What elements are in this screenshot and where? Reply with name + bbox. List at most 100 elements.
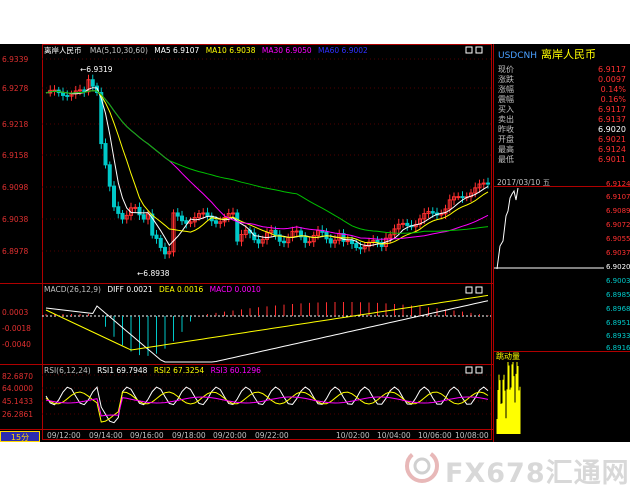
high-price-label: ←6.9319 <box>80 65 113 74</box>
candle-body <box>107 164 112 187</box>
candle-body <box>65 94 70 97</box>
time-label: 09/12:00 <box>47 431 81 440</box>
rsi-y-label: 82.6870 <box>2 372 34 381</box>
ma-indicator-name[interactable]: MA(5,10,30,60) <box>90 46 148 55</box>
time-label: 10/04:00 <box>377 431 411 440</box>
symbol-name: 离岸人民币 <box>541 48 597 61</box>
ma60-line <box>45 90 489 234</box>
candle-body <box>214 220 218 224</box>
quote-row-open: 开盘 6.9021 <box>498 135 626 144</box>
tick-volume-title: 跳动量 <box>496 352 520 361</box>
candle-body <box>358 246 363 250</box>
quote-row-high: 最高 6.9124 <box>498 145 626 154</box>
mini-y-label: 6.8951 <box>606 319 630 327</box>
top-blank-bar <box>0 0 630 44</box>
candle-body <box>481 182 486 185</box>
macd-dea-value: DEA 0.0016 <box>159 285 204 294</box>
panel-control-icon <box>475 46 483 54</box>
instrument-name: 离岸人民币 <box>44 46 82 55</box>
mini-y-label: 6.9072 <box>606 221 630 229</box>
y-label: 6.9098 <box>2 183 29 192</box>
candle-body <box>103 143 108 166</box>
watermark: FX678汇通网 <box>400 442 630 490</box>
y-label: 6.9278 <box>2 84 29 93</box>
mini-y-label: 6.8933 <box>606 332 630 340</box>
quote-row-current: 现价 6.9117 <box>498 65 626 74</box>
candle-body <box>350 240 354 245</box>
rsi-y-label: 26.2861 <box>2 410 34 419</box>
candle-body <box>205 212 210 217</box>
mini-y-label: 6.9055 <box>606 235 630 243</box>
mini-y-label: 6.8916 <box>606 344 630 352</box>
candle-body <box>61 92 65 96</box>
candle-body <box>303 236 308 243</box>
quote-row-low: 最低 6.9011 <box>498 155 626 164</box>
mini-y-label: 6.8985 <box>606 291 630 299</box>
chart-canvas[interactable] <box>0 44 493 442</box>
rsi-header: RSI(6,12,24) RSI1 69.7948 RSI2 67.3254 R… <box>44 366 261 375</box>
rsi-indicator-name[interactable]: RSI(6,12,24) <box>44 366 91 375</box>
panel-control-icon <box>465 286 473 294</box>
panel-control-icon <box>475 286 483 294</box>
candle-body <box>201 212 206 215</box>
time-label: 09/14:00 <box>89 431 123 440</box>
mini-price-line <box>496 187 519 270</box>
y-label: 6.9158 <box>2 151 29 160</box>
macd-diff-value: DIFF 0.0021 <box>107 285 153 294</box>
y-label: 6.8978 <box>2 247 29 256</box>
quote-row-ask: 卖出 6.9137 <box>498 115 626 124</box>
candle-body <box>133 206 138 209</box>
macd-indicator-name[interactable]: MACD(26,12,9) <box>44 285 101 294</box>
candle-body <box>235 212 240 242</box>
candle-body <box>486 182 490 185</box>
candle-body <box>90 79 95 87</box>
candle-body <box>120 212 125 220</box>
ma30-line <box>45 90 489 240</box>
time-label: 09/18:00 <box>172 431 206 440</box>
main-chart-header: 离岸人民币 MA(5,10,30,60) MA5 6.9107 MA10 6.9… <box>44 46 368 55</box>
kline-chart-area[interactable]: 离岸人民币 MA(5,10,30,60) MA5 6.9107 MA10 6.9… <box>0 44 493 442</box>
watermark-text: FX678汇通网 <box>445 458 630 489</box>
macd-y-label: -0.0018 <box>2 324 31 333</box>
ma5-value: MA5 6.9107 <box>154 46 200 55</box>
candle-body <box>456 196 461 199</box>
rsi2-value: RSI2 67.3254 <box>153 366 205 375</box>
ma10-value: MA10 6.9038 <box>205 46 256 55</box>
y-label: 6.9339 <box>2 55 29 64</box>
macd-dea-line <box>45 294 489 351</box>
period-15min-button[interactable]: 15分 <box>0 431 40 442</box>
macd-y-label: 0.0003 <box>2 308 29 317</box>
rsi3-value: RSI3 60.1296 <box>210 366 261 375</box>
symbol-code: USDCNH <box>498 51 538 61</box>
candle-body <box>231 212 235 215</box>
rsi-y-label: 45.1433 <box>2 397 34 406</box>
candle-body <box>328 238 333 244</box>
time-label: 09/16:00 <box>130 431 164 440</box>
quote-row-change: 涨跌 0.0097 <box>498 75 626 84</box>
candle-body <box>307 241 312 244</box>
rsi1-value: RSI1 69.7948 <box>97 366 148 375</box>
fx678-logo-icon <box>405 449 439 483</box>
candle-body <box>294 230 299 233</box>
candle-body <box>405 222 410 226</box>
mini-y-label: 6.9003 <box>606 277 630 285</box>
candle-body <box>175 212 180 217</box>
mini-y-label: 6.9020 <box>606 263 630 271</box>
quote-sidebar: USDCNH 离岸人民币 现价 6.9117 涨跌 0.0097 涨幅 0.14% 震幅… <box>493 44 630 442</box>
macd-header: MACD(26,12,9) DIFF 0.0021 DEA 0.0016 MAC… <box>44 285 261 294</box>
ma30-value: MA30 6.9050 <box>261 46 312 55</box>
time-label: 09/20:00 <box>213 431 247 440</box>
time-label: 10/06:00 <box>418 431 452 440</box>
candle-body <box>180 215 184 222</box>
candle-body <box>158 237 163 248</box>
candle-body <box>345 240 350 243</box>
quote-row-amplitude: 震幅 0.16% <box>498 95 626 104</box>
candle-body <box>137 206 142 216</box>
time-label: 10/02:00 <box>336 431 370 440</box>
candle-body <box>375 239 380 243</box>
low-price-label: ←6.8938 <box>137 269 170 278</box>
candle-body <box>116 206 121 214</box>
ma60-value: MA60 6.9002 <box>318 46 368 55</box>
y-label: 6.9038 <box>2 215 29 224</box>
macd-macd-value: MACD 0.0010 <box>209 285 261 294</box>
